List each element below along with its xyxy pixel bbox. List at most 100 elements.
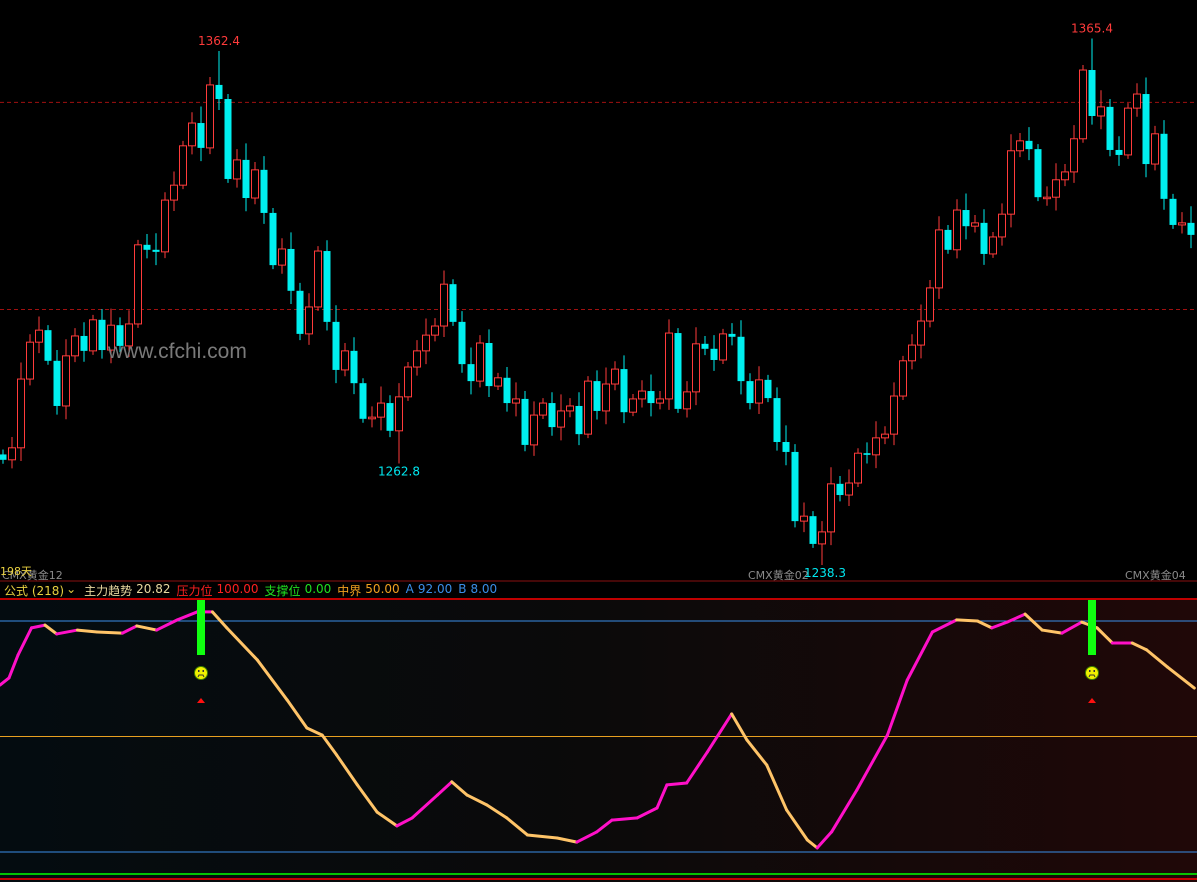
candle-body [602,383,610,412]
trend-value: 20.82 [136,582,171,596]
a-label: A [405,582,414,596]
candle-body [215,84,223,100]
candle-body [485,342,493,387]
candle-up [800,502,808,533]
candle-body [1160,133,1168,199]
candle-body [359,383,367,419]
candle-up [971,214,979,233]
candle-up [1016,132,1024,158]
candle-body [1007,150,1015,215]
candle-body [260,169,268,213]
candle-up [404,362,412,401]
candle-body [1061,171,1069,181]
candle-up [989,231,997,258]
candle-body [1070,138,1078,173]
candle-down [1106,99,1114,157]
candle-up [1097,90,1105,130]
chart-canvas[interactable]: 1362.4 1262.8 1365.4 [0,0,1197,882]
candle-body [197,123,205,148]
candle-up [440,270,448,337]
candle-body [809,516,817,544]
candle-up [377,386,385,431]
candle-up [530,401,538,456]
trend-line-segment [955,618,979,623]
candle-down [80,322,88,362]
candle-down [1160,120,1168,210]
candle-body [206,84,214,149]
candle-up [395,383,403,464]
b-label: B [458,582,467,596]
candle-up [692,327,700,406]
candle-down [332,305,340,384]
candle-body [458,321,466,365]
candle-body [161,199,169,253]
face-eye [198,670,200,672]
candle-up [278,238,286,274]
candle-up [611,361,619,391]
trend-line-segment [95,630,124,635]
chevron-down-icon[interactable]: ⌄ [66,582,76,598]
candle-down [593,370,601,420]
high-price-label: 1362.4 [198,34,240,48]
candle-down [980,209,988,265]
candle-up [35,316,43,354]
candle-body [989,236,997,255]
candle-up [494,372,502,391]
candle-body [674,333,682,409]
candle-body [845,482,853,496]
candle-body [755,379,763,404]
candle-up [314,246,322,311]
candle-up [908,334,916,370]
candle-body [719,333,727,361]
candle-up [161,192,169,259]
candle-body [728,333,736,337]
candle-body [1142,94,1150,165]
face-eye [1093,670,1095,672]
candle-up [17,362,25,462]
candle-body [863,453,871,455]
candle-down [863,442,871,464]
candle-up [431,318,439,342]
stock-chart-window: 1362.4 1262.8 1365.4 www.cfchi.com CMX黄金12… [0,0,1197,882]
candle-body [530,414,538,446]
candle-body [539,402,547,416]
candle-up [1070,125,1078,183]
candle-up [26,334,34,386]
candle-down [44,325,52,365]
candle-body [647,391,655,404]
candle-up [629,393,637,417]
candle-up [638,380,646,408]
candle-body [953,209,961,251]
candle-body [692,343,700,393]
candle-up [179,140,187,190]
candle-body [404,366,412,398]
candle-up [926,280,934,328]
sad-face-icon [1085,666,1099,680]
formula-selector[interactable]: 公式 (218) [4,582,64,598]
candle-down [323,240,331,331]
candle-body [53,360,61,406]
face-eye [1089,670,1091,672]
candle-up [368,406,376,428]
candle-body [548,403,556,428]
candle-body [998,213,1006,238]
candle-up [755,366,763,415]
candle-body [233,159,241,180]
candle-body [0,454,7,460]
candle-body [710,348,718,360]
candle-up [872,421,880,469]
candle-body [746,381,754,404]
contract-label-mid: CMX黄金02 [748,569,809,582]
candle-down [809,511,817,548]
candle-down [620,355,628,424]
candle-body [71,335,79,357]
candle-body [170,184,178,201]
candle-down [215,50,223,110]
candle-body [512,398,520,404]
candle-up [188,112,196,155]
face-circle [194,666,208,680]
candle-down [1142,77,1150,178]
candle-body [773,398,781,443]
candle-body [44,330,52,361]
high-price-label: 1365.4 [1071,22,1113,36]
